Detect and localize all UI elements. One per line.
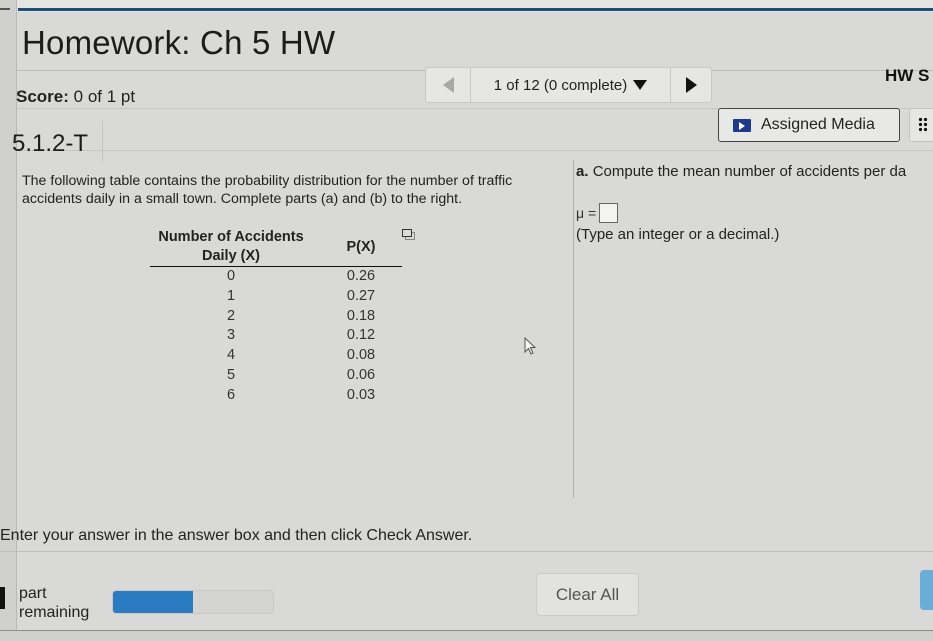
score-label: Score: (16, 87, 69, 106)
column-header-px: P(X) (346, 238, 376, 255)
media-play-icon (733, 118, 751, 132)
popout-front-frame (402, 229, 412, 237)
divider (0, 551, 933, 552)
probability-cell: 0.27 (346, 287, 376, 304)
mean-answer-row: μ = (576, 203, 619, 223)
accidents-cell: 4 (226, 347, 236, 364)
popout-window-icon[interactable] (402, 229, 415, 240)
assigned-media-label: Assigned Media (761, 116, 875, 133)
part-label-line1: part (19, 585, 47, 602)
more-options-button[interactable] (909, 108, 933, 142)
score-value: 0 of 1 pt (73, 87, 136, 106)
score: Score: 0 of 1 pt (16, 87, 135, 107)
caret-down-icon (633, 80, 648, 90)
left-edge-mark (0, 8, 10, 10)
mu-label: μ = (576, 205, 597, 221)
answer-format-hint: (Type an integer or a decimal.) (576, 226, 780, 243)
probability-table: Number of Accidents Daily (X) P(X) 0 0.26… (150, 228, 402, 406)
question-selector[interactable]: 1 of 12 (0 complete) (471, 68, 671, 102)
probability-cell: 0.18 (346, 307, 376, 324)
table-row: 5 0.06 (150, 366, 402, 386)
accidents-cell: 6 (226, 386, 236, 403)
chevron-left-icon (442, 77, 454, 93)
assigned-media-button[interactable]: Assigned Media (718, 108, 900, 142)
column-header-x: Number of Accidents Daily (X) (158, 229, 304, 264)
accidents-cell: 1 (226, 287, 236, 304)
divider (16, 150, 933, 151)
grid-dots-icon (918, 117, 928, 133)
accidents-cell: 0 (226, 268, 236, 284)
chevron-right-icon (685, 77, 697, 93)
table-header-row: Number of Accidents Daily (X) P(X) (150, 228, 402, 267)
part-label-line2: remaining (19, 604, 90, 621)
accidents-cell: 2 (226, 307, 236, 324)
table-row: 0 0.26 (150, 267, 402, 287)
table-row: 6 0.03 (150, 386, 402, 406)
question-navigator: 1 of 12 (0 complete) (425, 67, 712, 103)
probability-cell: 0.26 (346, 268, 376, 284)
part-a-letter: a. (576, 163, 589, 180)
probability-cell: 0.06 (346, 366, 376, 383)
part-a-text: Compute the mean number of accidents per… (592, 163, 907, 180)
bottom-edge (0, 630, 933, 641)
part-a-prompt: a. Compute the mean number of accidents … (576, 163, 906, 180)
previous-question-button[interactable] (426, 68, 471, 102)
probability-cell: 0.03 (346, 386, 376, 403)
table-row: 2 0.18 (150, 307, 402, 327)
parts-remaining-label: part remaining (19, 584, 89, 622)
table-row: 1 0.27 (150, 287, 402, 307)
mean-answer-input[interactable] (599, 203, 619, 223)
hw-score-label: HW S (885, 66, 930, 85)
header-accent-rule (18, 8, 933, 11)
progress-fill (113, 591, 193, 613)
probability-cell: 0.12 (346, 327, 376, 344)
mouse-cursor-icon (524, 337, 537, 355)
page-title: Homework: Ch 5 HW (22, 24, 336, 61)
panel-divider (573, 160, 574, 498)
question-id: 5.1.2-T (12, 130, 89, 157)
question-intro: The following table contains the probabi… (22, 173, 513, 207)
parts-progress-bar (112, 590, 274, 614)
question-position: 1 of 12 (0 complete) (493, 76, 628, 94)
clear-all-button[interactable]: Clear All (536, 573, 639, 616)
next-question-button[interactable] (671, 68, 711, 102)
table-row: 4 0.08 (150, 346, 402, 366)
table-row: 3 0.12 (150, 326, 402, 346)
check-answer-button[interactable] (920, 570, 933, 610)
left-tab-marker (0, 587, 5, 609)
accidents-cell: 5 (226, 366, 236, 383)
instruction-text: Enter your answer in the answer box and … (0, 527, 473, 544)
accidents-cell: 3 (226, 327, 236, 344)
probability-cell: 0.08 (346, 347, 376, 364)
